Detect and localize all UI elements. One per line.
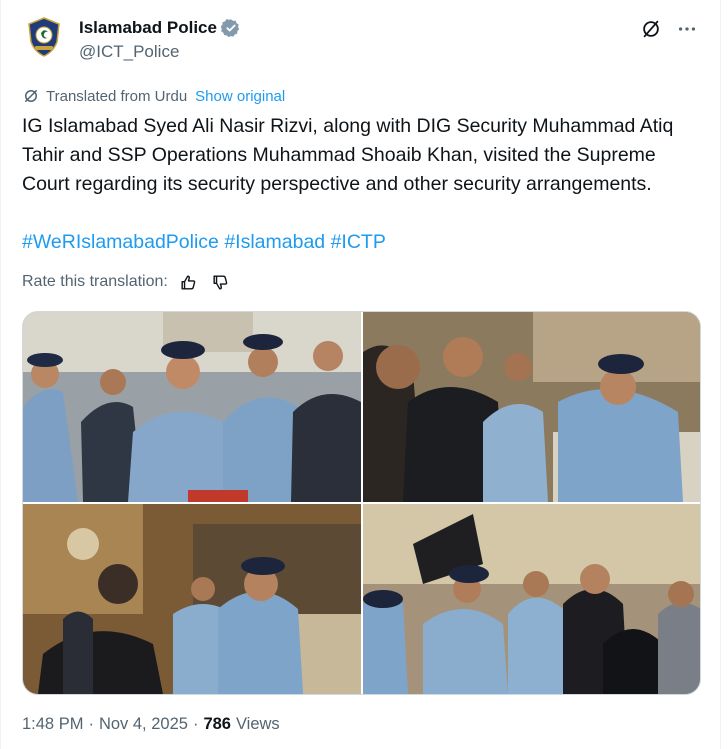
photo-3[interactable]	[23, 504, 361, 694]
meta-separator: ·	[88, 715, 94, 733]
media-grid	[22, 311, 701, 695]
author-display-name[interactable]: Islamabad Police	[79, 18, 217, 38]
photo-4[interactable]	[363, 504, 700, 694]
avatar[interactable]	[22, 15, 66, 59]
grok-icon[interactable]	[640, 18, 662, 40]
translation-notice: Translated from Urdu Show original	[22, 87, 285, 105]
author-handle[interactable]: @ICT_Police	[79, 42, 179, 62]
photo-1[interactable]	[23, 312, 361, 502]
rate-translation-label: Rate this translation:	[22, 273, 168, 290]
more-options-icon[interactable]	[676, 18, 698, 40]
views-label: Views	[235, 715, 280, 733]
tweet-text: IG Islamabad Syed Ali Nasir Rizvi, along…	[22, 115, 674, 195]
thumbs-down-icon[interactable]	[210, 271, 232, 293]
tweet-meta: 1:48 PM · Nov 4, 2025 · 786 Views	[22, 715, 280, 734]
police-crest-icon	[28, 17, 60, 57]
tweet-time[interactable]: 1:48 PM	[22, 715, 83, 734]
hashtag-link[interactable]: #Islamabad	[224, 231, 325, 253]
grok-translate-icon	[25, 90, 37, 102]
author-name-row: Islamabad Police	[79, 18, 241, 38]
photo-2[interactable]	[363, 312, 700, 502]
thumbs-up-icon[interactable]	[178, 271, 200, 293]
tweet-card: Islamabad Police @ICT_Police Translated …	[0, 0, 721, 749]
meta-separator: ·	[192, 715, 199, 733]
translated-from-label: Translated from Urdu	[46, 87, 188, 105]
hashtag-link[interactable]: #WeRIslamabadPolice	[22, 231, 219, 253]
rate-translation-row: Rate this translation:	[22, 271, 232, 293]
tweet-top-actions	[640, 18, 698, 40]
tweet-hashtags: #WeRIslamabadPolice #Islamabad #ICTP	[22, 228, 386, 257]
tweet-date[interactable]: Nov 4, 2025	[99, 715, 188, 734]
verified-badge-icon	[220, 18, 241, 38]
show-original-link[interactable]: Show original	[195, 88, 285, 105]
hashtag-link[interactable]: #ICTP	[331, 231, 386, 253]
views-count: 786	[203, 715, 231, 733]
